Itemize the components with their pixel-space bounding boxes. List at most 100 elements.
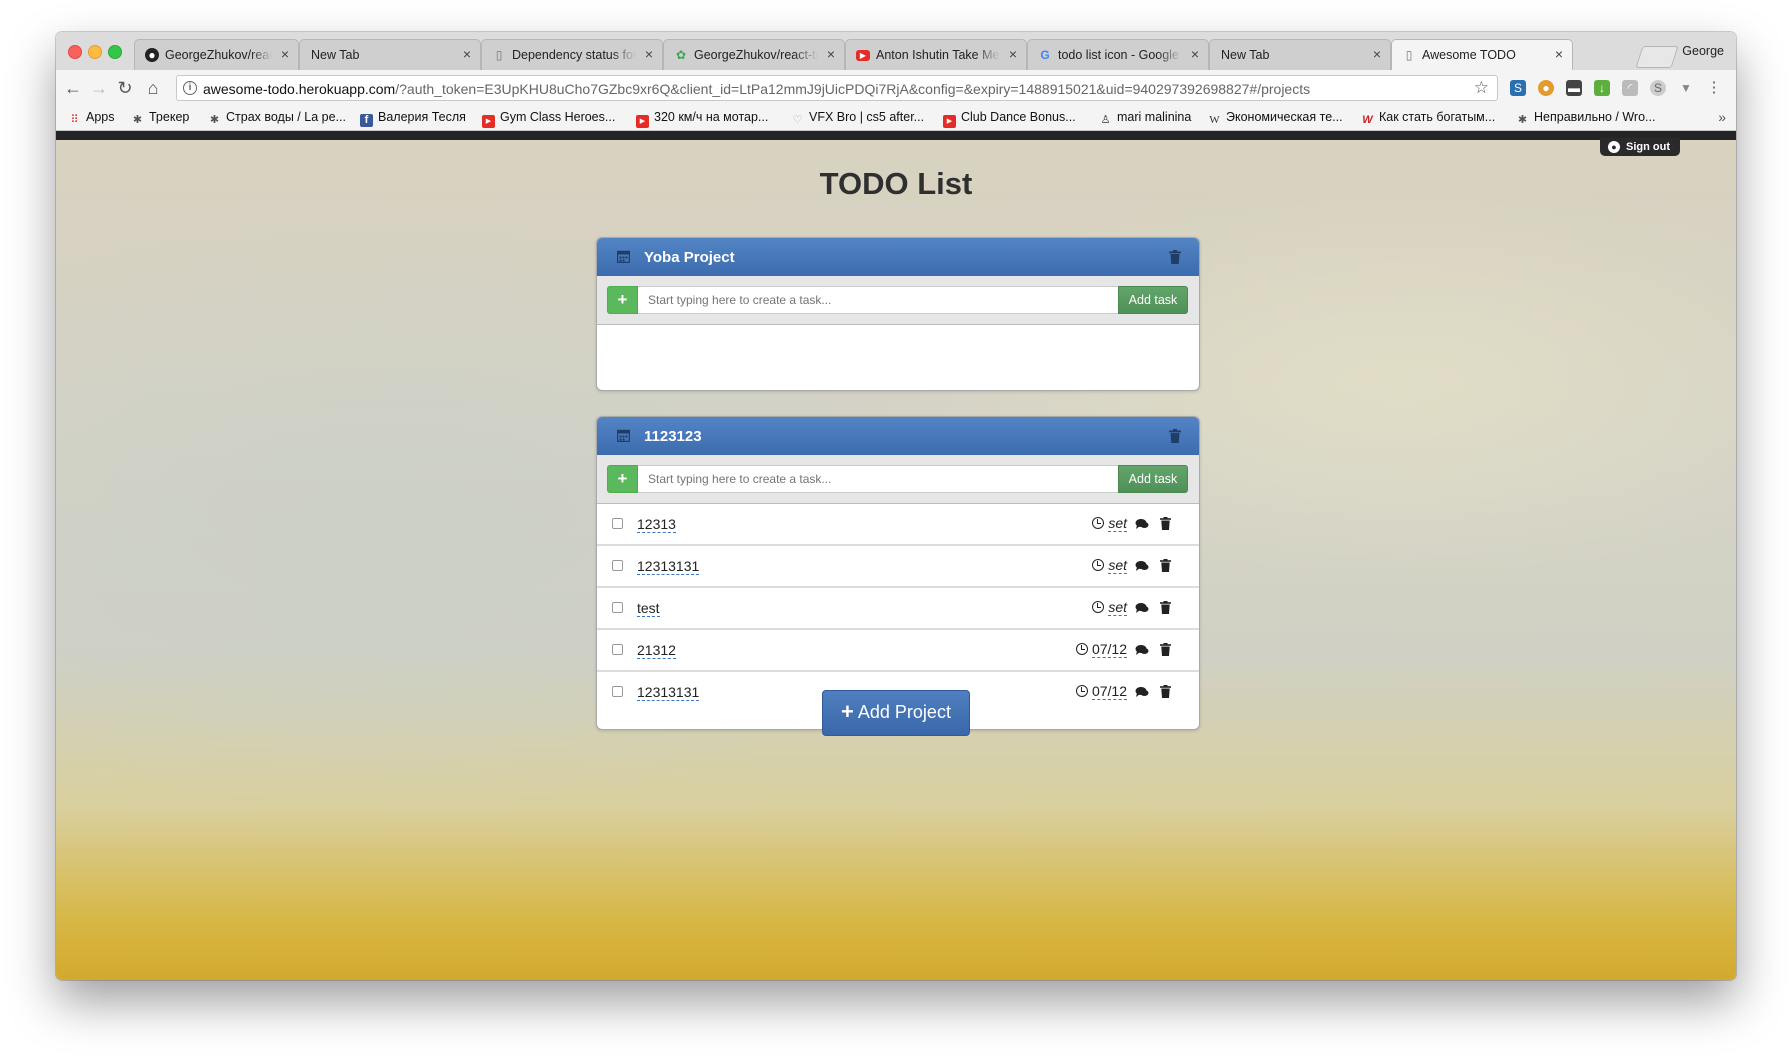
google-icon: G xyxy=(1040,48,1050,62)
delete-task-trash-icon[interactable] xyxy=(1160,517,1171,530)
bookmark-valeria-teslya[interactable]: f Валерия Тесля xyxy=(360,110,466,127)
task-done-checkbox[interactable] xyxy=(612,644,623,655)
project-name[interactable]: 1123123 xyxy=(644,428,702,445)
extension-cookie-icon[interactable]: ● xyxy=(1538,80,1554,96)
back-arrow-icon[interactable]: ← xyxy=(62,77,84,99)
task-name[interactable]: 12313131 xyxy=(637,558,700,575)
menu-kebab-icon[interactable]: ⋮ xyxy=(1706,80,1722,96)
bookmarks-bar: ⠿ Apps ✱ Трекер ✱ Страх воды / La pe... f Ва… xyxy=(56,106,1736,131)
tab-new-tab-1[interactable]: New Tab × xyxy=(299,39,481,70)
close-tab-icon[interactable]: × xyxy=(827,46,835,62)
close-tab-icon[interactable]: × xyxy=(1373,46,1381,62)
sign-out-button[interactable]: ● Sign out xyxy=(1600,138,1680,156)
extension-v-icon[interactable]: ▼ xyxy=(1678,80,1694,96)
info-icon[interactable]: i xyxy=(183,81,197,95)
person-icon: ♙ xyxy=(1100,114,1111,126)
new-task-input[interactable] xyxy=(638,286,1118,314)
bookmark-label: VFX Bro | cs5 after... xyxy=(809,110,925,124)
bookmark-label: mari malinina xyxy=(1117,110,1192,124)
bookmark-apps[interactable]: ⠿ Apps xyxy=(68,110,114,127)
task-deadline[interactable]: set xyxy=(1092,515,1127,532)
comments-icon[interactable] xyxy=(1135,686,1149,698)
address-bar[interactable]: i awesome-todo.herokuapp.com/?auth_token… xyxy=(176,75,1498,101)
bookmark-star-icon[interactable]: ☆ xyxy=(1474,78,1489,98)
extension-s-icon[interactable]: S xyxy=(1650,80,1666,96)
task-deadline[interactable]: set xyxy=(1092,599,1127,616)
home-icon[interactable]: ⌂ xyxy=(142,77,164,99)
tab-google-search[interactable]: G todo list icon - Google × xyxy=(1027,39,1209,70)
new-tab-button[interactable] xyxy=(1635,46,1679,68)
task-done-checkbox[interactable] xyxy=(612,518,623,529)
task-row: 21312 07/12 xyxy=(597,630,1199,672)
vimeo-icon: ♡ xyxy=(792,114,803,126)
calendar-icon xyxy=(617,429,630,442)
tab-title: GeorgeZhukov/react-to xyxy=(165,48,272,62)
add-task-plus-icon[interactable]: + xyxy=(607,286,638,314)
comments-icon[interactable] xyxy=(1135,518,1149,530)
close-tab-icon[interactable]: × xyxy=(645,46,653,62)
delete-task-trash-icon[interactable] xyxy=(1160,601,1171,614)
tab-travis-react-todo[interactable]: ✿ GeorgeZhukov/react-to × xyxy=(663,39,845,70)
comments-icon[interactable] xyxy=(1135,644,1149,656)
task-done-checkbox[interactable] xyxy=(612,560,623,571)
extension-rss-icon[interactable]: ◜ xyxy=(1622,80,1638,96)
delete-project-trash-icon[interactable] xyxy=(1169,429,1181,443)
close-tab-icon[interactable]: × xyxy=(1555,46,1563,62)
task-name[interactable]: test xyxy=(637,600,660,617)
forward-arrow-icon[interactable]: → xyxy=(88,77,110,99)
bookmark-320-kmh[interactable]: ▶ 320 км/ч на мотар... xyxy=(636,110,768,128)
task-done-checkbox[interactable] xyxy=(612,602,623,613)
task-name[interactable]: 12313 xyxy=(637,516,676,533)
bookmark-club-dance-bonus[interactable]: ▶ Club Dance Bonus... xyxy=(943,110,1076,128)
delete-project-trash-icon[interactable] xyxy=(1169,250,1181,264)
delete-task-trash-icon[interactable] xyxy=(1160,559,1171,572)
task-done-checkbox[interactable] xyxy=(612,686,623,697)
tab-github-react-todo[interactable]: ● GeorgeZhukov/react-to × xyxy=(134,39,299,70)
minimize-window-button[interactable] xyxy=(88,45,102,59)
add-task-plus-icon[interactable]: + xyxy=(607,465,638,493)
close-tab-icon[interactable]: × xyxy=(463,46,471,62)
close-window-button[interactable] xyxy=(68,45,82,59)
close-tab-icon[interactable]: × xyxy=(1009,46,1017,62)
task-name[interactable]: 21312 xyxy=(637,642,676,659)
tab-awesome-todo[interactable]: ▯ Awesome TODO × xyxy=(1391,39,1573,71)
tab-dependency-status[interactable]: ▯ Dependency status for × xyxy=(481,39,663,70)
add-project-button[interactable]: + Add Project xyxy=(822,690,970,736)
bookmark-vfx-bro[interactable]: ♡ VFX Bro | cs5 after... xyxy=(791,110,925,127)
url-query: /?auth_token=E3UpKHU8uCho7GZbc9xr6Q&clie… xyxy=(395,81,1311,97)
task-deadline[interactable]: 07/12 xyxy=(1075,641,1127,658)
task-deadline[interactable]: 07/12 xyxy=(1075,683,1127,700)
fullscreen-window-button[interactable] xyxy=(108,45,122,59)
comments-icon[interactable] xyxy=(1135,560,1149,572)
tracker-icon: ✱ xyxy=(209,114,220,126)
profile-name[interactable]: George xyxy=(1682,44,1724,58)
bookmark-economic-theory[interactable]: W Экономическая те... xyxy=(1208,110,1342,127)
w-red-icon: W xyxy=(1362,114,1373,126)
close-tab-icon[interactable]: × xyxy=(281,46,289,62)
tab-new-tab-2[interactable]: New Tab × xyxy=(1209,39,1391,70)
delete-task-trash-icon[interactable] xyxy=(1160,685,1171,698)
bookmark-strah-vody[interactable]: ✱ Страх воды / La pe... xyxy=(208,110,346,127)
deadline-value: set xyxy=(1108,515,1127,532)
bookmarks-overflow-icon[interactable]: » xyxy=(1718,109,1726,125)
extension-sync-icon[interactable]: S xyxy=(1510,80,1526,96)
close-tab-icon[interactable]: × xyxy=(1191,46,1199,62)
task-name[interactable]: 12313131 xyxy=(637,684,700,701)
task-deadline[interactable]: set xyxy=(1092,557,1127,574)
bookmark-gym-class-heroes[interactable]: ▶ Gym Class Heroes... xyxy=(482,110,615,128)
url-text[interactable]: awesome-todo.herokuapp.com/?auth_token=E… xyxy=(203,81,1310,97)
add-task-button[interactable]: Add task xyxy=(1118,286,1188,314)
extension-download-icon[interactable]: ↓ xyxy=(1594,80,1610,96)
delete-task-trash-icon[interactable] xyxy=(1160,643,1171,656)
comments-icon[interactable] xyxy=(1135,602,1149,614)
bookmark-tracker[interactable]: ✱ Трекер xyxy=(131,110,189,127)
bookmark-how-to-get-rich[interactable]: W Как стать богатым... xyxy=(1361,110,1495,127)
tab-youtube-anton-ishutin[interactable]: ▶ Anton Ishutin Take Me × xyxy=(845,39,1027,70)
reload-icon[interactable]: ↻ xyxy=(114,77,136,99)
add-task-button[interactable]: Add task xyxy=(1118,465,1188,493)
bookmark-mari-malinina[interactable]: ♙ mari malinina xyxy=(1099,110,1192,127)
bookmark-wrong[interactable]: ✱ Неправильно / Wro... xyxy=(1516,110,1656,127)
extension-window-icon[interactable]: ▬ xyxy=(1566,80,1582,96)
new-task-input[interactable] xyxy=(638,465,1118,493)
project-name[interactable]: Yoba Project xyxy=(644,249,735,266)
